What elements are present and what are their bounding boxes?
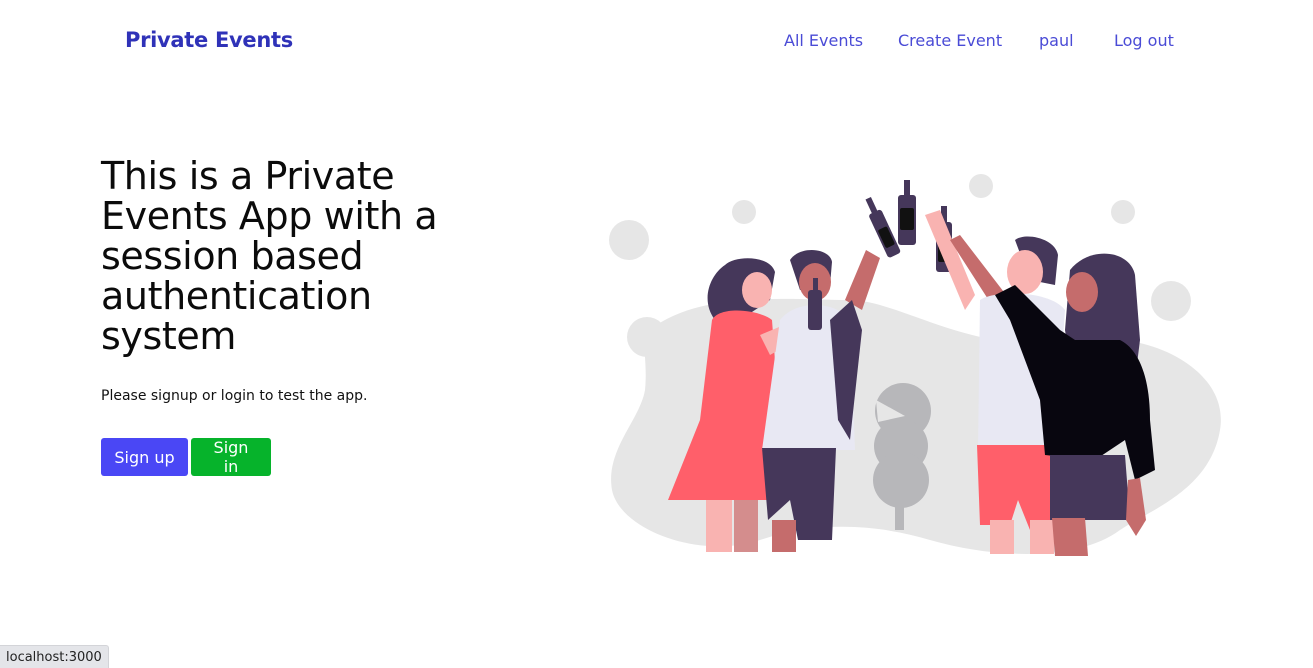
nav-link-create-event[interactable]: Create Event (898, 31, 1002, 50)
hero-title: This is a Private Events App with a sess… (101, 154, 438, 358)
friends-toasting-illustration (609, 174, 1221, 556)
nav-link-all-events[interactable]: All Events (784, 31, 863, 50)
status-bar-url: localhost:3000 (0, 645, 109, 668)
navbar: Private Events All Events Create Event p… (0, 0, 1313, 86)
sign-in-button[interactable]: Sign in (191, 438, 271, 476)
hero-subtitle: Please signup or login to test the app. (101, 388, 368, 404)
nav-link-user-profile[interactable]: paul (1039, 31, 1074, 50)
sign-up-button[interactable]: Sign up (101, 438, 188, 476)
nav-links: All Events Create Event paul Log out (0, 31, 1313, 55)
nav-link-log-out[interactable]: Log out (1114, 31, 1174, 50)
